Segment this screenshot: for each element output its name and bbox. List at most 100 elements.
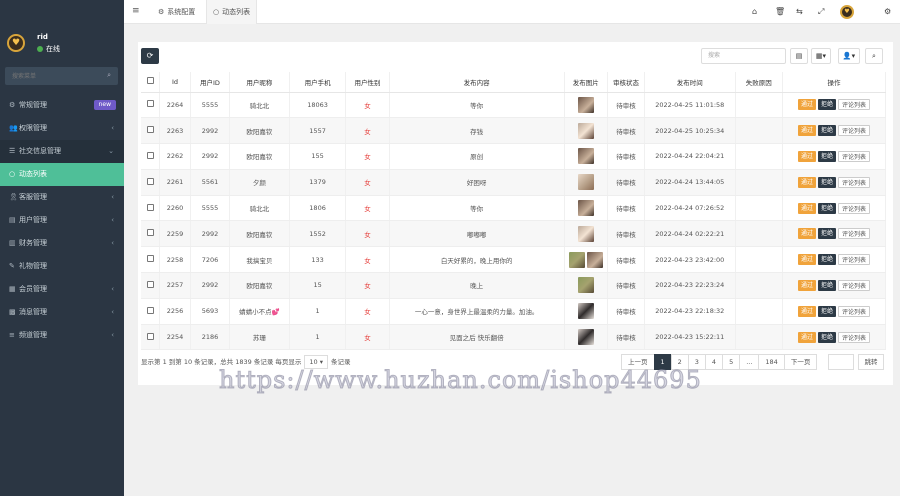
post-image[interactable] <box>577 225 594 242</box>
sidebar-item-channels[interactable]: ≡ 频道管理 ‹ <box>0 324 124 347</box>
jump-page-input[interactable] <box>828 354 854 370</box>
tab-system-config[interactable]: ⚙ 系统配置 <box>152 0 201 24</box>
row-checkbox[interactable] <box>146 255 154 263</box>
page-button[interactable]: 4 <box>704 354 724 370</box>
table-row[interactable]: 2258 7206 我搞宝贝 133 女白天好累的，晚上用你的 待审核 2022-04-2… <box>141 246 887 274</box>
row-checkbox[interactable] <box>146 203 154 211</box>
reject-button[interactable]: 拒绝 <box>817 279 836 291</box>
sidebar-item-gifts[interactable]: ✎ 礼物管理 <box>0 255 124 278</box>
next-page-button[interactable]: 下一页 <box>783 354 818 370</box>
row-checkbox[interactable] <box>146 229 154 237</box>
post-image[interactable] <box>577 148 594 165</box>
row-checkbox[interactable] <box>146 332 154 340</box>
comments-button[interactable]: 评论列表 <box>837 228 870 240</box>
post-image[interactable] <box>577 277 594 294</box>
row-checkbox[interactable] <box>146 126 154 134</box>
toggle-view-button[interactable]: ▤ <box>790 48 808 64</box>
row-select[interactable] <box>141 92 161 119</box>
approve-button[interactable]: 通过 <box>797 305 816 317</box>
language-icon[interactable]: ⇆ <box>796 0 803 24</box>
comments-button[interactable]: 评论列表 <box>837 150 870 162</box>
row-select[interactable] <box>141 195 161 222</box>
comments-button[interactable]: 评论列表 <box>837 279 870 291</box>
row-select[interactable] <box>141 324 161 351</box>
row-select[interactable] <box>141 169 161 196</box>
col-header[interactable]: 用户昵称 <box>229 72 290 93</box>
sidebar-item-service[interactable]: 🎗客服管理 ‹ <box>0 186 124 209</box>
row-select[interactable] <box>141 143 161 170</box>
approve-button[interactable]: 通过 <box>797 176 816 188</box>
approve-button[interactable]: 通过 <box>797 125 816 137</box>
sidebar-item-general[interactable]: ⚙ 常规管理 new <box>0 94 124 117</box>
row-select[interactable] <box>141 117 161 145</box>
post-image[interactable] <box>577 122 594 139</box>
approve-button[interactable]: 通过 <box>797 279 816 291</box>
reject-button[interactable]: 拒绝 <box>817 202 836 214</box>
row-checkbox[interactable] <box>146 280 154 288</box>
comments-button[interactable]: 评论列表 <box>837 202 870 214</box>
table-search-input[interactable]: 搜索 <box>701 48 786 64</box>
row-select[interactable] <box>141 272 161 299</box>
page-button[interactable]: 5 <box>722 354 741 370</box>
reject-button[interactable]: 拒绝 <box>817 125 836 137</box>
post-image[interactable] <box>586 251 603 268</box>
row-checkbox[interactable] <box>146 177 154 185</box>
col-header[interactable]: 发布内容 <box>389 72 565 93</box>
col-header[interactable]: 用户性别 <box>345 72 390 93</box>
reject-button[interactable]: 拒绝 <box>817 305 836 317</box>
columns-button[interactable]: ▦▾ <box>811 48 831 64</box>
approve-button[interactable]: 通过 <box>797 331 816 343</box>
table-row[interactable]: 2257 2992 欧阳嘉钦 15 女晚上 待审核 2022-04-23 22:23:24 通… <box>141 272 887 299</box>
avatar[interactable]: ♥ <box>7 34 25 52</box>
approve-button[interactable]: 通过 <box>797 202 816 214</box>
col-header[interactable]: 失败原因 <box>735 72 783 93</box>
approve-button[interactable]: 通过 <box>797 254 816 266</box>
row-checkbox[interactable] <box>146 100 154 108</box>
post-image[interactable] <box>577 303 594 320</box>
menu-toggle-icon[interactable]: ≡ <box>132 6 140 16</box>
sidebar-item-users[interactable]: ▤ 用户管理 ‹ <box>0 209 124 232</box>
reject-button[interactable]: 拒绝 <box>817 254 836 266</box>
row-select[interactable] <box>141 298 161 325</box>
col-header[interactable]: 发布时间 <box>644 72 736 93</box>
sidebar-item-messages[interactable]: ▩ 消息管理 ‹ <box>0 301 124 324</box>
col-header[interactable]: 用户手机 <box>289 72 347 93</box>
sidebar-item-posts[interactable]: ○ 动态列表 <box>0 163 124 186</box>
table-row[interactable]: 2264 5555 骑北北 18063 女等你 待审核 2022-04-25 11:01:5… <box>141 92 887 119</box>
user-avatar-icon[interactable]: ♥ <box>840 5 854 19</box>
post-image[interactable] <box>568 251 585 268</box>
refresh-button[interactable]: ⟳ <box>141 48 159 64</box>
table-row[interactable]: 2262 2992 欧阳嘉钦 155 女原创 待审核 2022-04-24 22:04:21… <box>141 143 887 170</box>
select-all-header[interactable] <box>141 72 161 93</box>
table-row[interactable]: 2260 5555 骑北北 1806 女等你 待审核 2022-04-24 07:26:52… <box>141 195 887 222</box>
sidebar-item-social[interactable]: ☰ 社交信息管理 ⌄ <box>0 140 124 163</box>
col-header[interactable]: 发布图片 <box>564 72 608 93</box>
comments-button[interactable]: 评论列表 <box>837 254 870 266</box>
approve-button[interactable]: 通过 <box>797 150 816 162</box>
col-header[interactable]: 审核状态 <box>607 72 645 93</box>
reject-button[interactable]: 拒绝 <box>817 176 836 188</box>
table-row[interactable]: 2263 2992 欧阳嘉钦 1557 女存钱 待审核 2022-04-25 10:25:3… <box>141 117 887 145</box>
reject-button[interactable]: 拒绝 <box>817 150 836 162</box>
sidebar-search-input[interactable] <box>5 67 95 85</box>
comments-button[interactable]: 评论列表 <box>837 125 870 137</box>
page-button[interactable]: 184 <box>758 354 785 370</box>
row-select[interactable] <box>141 246 161 274</box>
row-checkbox[interactable] <box>146 306 154 314</box>
table-row[interactable]: 2256 5693 蜻蜻小不点💕 1 女一心一意，身世界上最温柔的力量。加油。 待审核 20… <box>141 298 887 325</box>
trash-icon[interactable]: 🗑 <box>775 0 785 24</box>
sidebar-item-permissions[interactable]: 👥权限管理 ‹ <box>0 117 124 140</box>
reject-button[interactable]: 拒绝 <box>817 228 836 240</box>
post-image[interactable] <box>577 329 594 346</box>
approve-button[interactable]: 通过 <box>797 228 816 240</box>
reject-button[interactable]: 拒绝 <box>817 99 836 111</box>
post-image[interactable] <box>577 200 594 217</box>
approve-button[interactable]: 通过 <box>797 99 816 111</box>
tab-post-list[interactable]: ○ 动态列表 <box>206 0 258 24</box>
col-header[interactable]: 用户ID <box>190 72 231 93</box>
comments-button[interactable]: 评论列表 <box>837 176 870 188</box>
advanced-search-button[interactable]: ⌕ <box>865 48 883 64</box>
comments-button[interactable]: 评论列表 <box>837 305 870 317</box>
reject-button[interactable]: 拒绝 <box>817 331 836 343</box>
comments-button[interactable]: 评论列表 <box>837 331 870 343</box>
